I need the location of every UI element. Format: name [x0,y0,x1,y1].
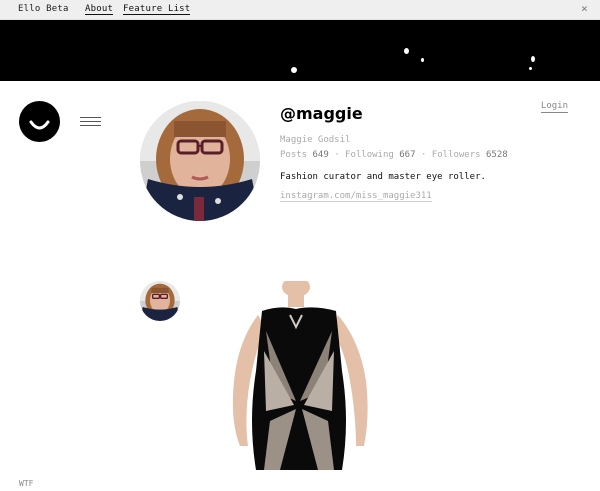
banner-speck [404,48,409,54]
close-icon[interactable]: × [581,2,588,15]
wtf-link[interactable]: WTF [19,479,33,488]
followers-label[interactable]: Followers [432,150,481,160]
profile-stats: Posts 649 · Following 667 · Followers 65… [280,149,570,161]
banner-speck [531,56,535,62]
posts-count[interactable]: 649 [313,150,329,160]
ello-smiley-icon[interactable] [19,101,60,142]
stats-separator: · [420,150,427,160]
banner-speck [421,58,424,62]
following-count[interactable]: 667 [399,150,415,160]
hamburger-menu-icon[interactable] [80,117,101,127]
banner-speck [291,67,297,73]
brand-label: Ello Beta [18,4,69,14]
dress-photo[interactable] [200,281,400,470]
stats-separator: · [334,150,340,160]
profile-info: @maggie Maggie Godsil Posts 649 · Follow… [280,104,570,202]
avatar-photo-small [140,281,180,321]
post-author-avatar[interactable] [140,281,180,321]
ello-smiley-svg [29,120,50,130]
profile-external-link[interactable]: instagram.com/miss_maggie311 [280,191,432,202]
profile-avatar[interactable] [140,101,260,221]
profile-name: Maggie Godsil [280,135,351,145]
feature-list-link[interactable]: Feature List [123,4,191,15]
about-link[interactable]: About [85,4,114,15]
profile-bio: Fashion curator and master eye roller. [280,172,486,182]
banner-speck [529,67,532,70]
following-label[interactable]: Following [345,150,394,160]
avatar-photo [140,101,260,221]
posts-label[interactable]: Posts [280,150,307,160]
profile-handle: @maggie [280,104,363,123]
cover-banner [0,20,600,81]
dress-photo-svg [200,281,400,470]
followers-count[interactable]: 6528 [486,150,508,160]
top-bar: Ello Beta About Feature List × [0,0,600,20]
